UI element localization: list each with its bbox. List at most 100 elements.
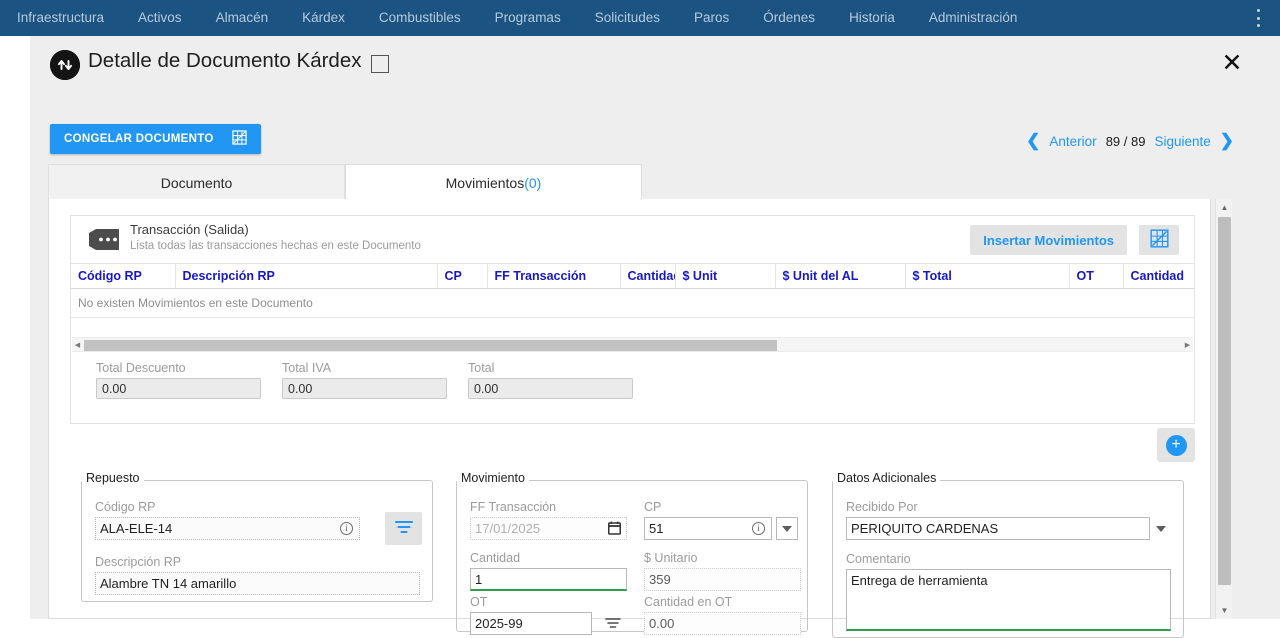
grid-export-icon [1149, 229, 1169, 251]
nav-item-kardex[interactable]: Kárdex [285, 0, 362, 36]
nav-item-ordenes[interactable]: Órdenes [746, 0, 832, 36]
recibido-por-label: Recibido Por [846, 500, 918, 514]
col-ot[interactable]: OT [1069, 263, 1124, 289]
pagination: ❮ Anterior 89 / 89 Siguiente ❯ [1026, 131, 1234, 151]
cantidad-en-ot-input[interactable] [644, 612, 801, 635]
transaccion-header: Transacción (Salida) Lista todas las tra… [71, 216, 1194, 263]
total-iva-label: Total IVA [282, 361, 332, 375]
comentario-textarea[interactable] [846, 569, 1171, 631]
total-descuento-field: Total Descuento [96, 361, 261, 399]
next-chevron-icon[interactable]: ❯ [1220, 131, 1234, 151]
total-descuento-input[interactable] [96, 378, 261, 399]
table-header-row: Código RP Descripción RP CP FF Transacci… [71, 263, 1194, 289]
codigo-rp-field[interactable]: i [95, 517, 360, 540]
total-iva-input[interactable] [282, 378, 447, 399]
cp-field[interactable]: i [644, 517, 798, 540]
kebab-menu-icon[interactable] [1250, 9, 1266, 27]
transaccion-subtitle: Lista todas las transacciones hechas en … [130, 240, 421, 252]
close-icon[interactable]: ✕ [1217, 48, 1247, 78]
nav-item-almacen[interactable]: Almacén [199, 0, 286, 36]
filtro-repuesto-button[interactable] [385, 512, 422, 545]
col-unit-al[interactable]: $ Unit del AL [775, 263, 906, 289]
col-unit[interactable]: $ Unit [675, 263, 776, 289]
recibido-por-input[interactable] [846, 517, 1171, 540]
freeze-button-label: CONGELAR DOCUMENTO [64, 133, 214, 145]
prev-page-link[interactable]: Anterior [1049, 134, 1096, 149]
insertar-movimientos-button[interactable]: Insertar Movimientos [970, 225, 1127, 255]
left-rail [0, 36, 30, 619]
col-cantidad-2[interactable]: Cantidad [1123, 263, 1194, 289]
nav-item-historia[interactable]: Historia [832, 0, 912, 36]
tab-documento-label: Documento [160, 174, 233, 191]
movimiento-fieldset: Movimiento FF Transacción CP i [456, 471, 808, 635]
descripcion-rp-label: Descripción RP [95, 555, 182, 569]
ff-transaccion-input[interactable] [470, 517, 627, 540]
recibido-por-dropdown-button[interactable] [1149, 517, 1171, 540]
transaccion-title: Transacción (Salida) [130, 222, 249, 237]
title-row: Detalle de Documento Kárdex ✕ [30, 42, 1280, 88]
codigo-rp-label: Código RP [95, 500, 156, 514]
total-iva-field: Total IVA [282, 361, 447, 399]
add-movimiento-button[interactable]: + [1157, 428, 1195, 462]
nav-item-infraestructura[interactable]: Infraestructura [0, 0, 121, 36]
transaccion-card: Transacción (Salida) Lista todas las tra… [70, 215, 1195, 424]
cp-dropdown-button[interactable] [776, 517, 798, 540]
repuesto-fieldset: Repuesto Código RP i Descripción RP [81, 471, 433, 602]
prev-chevron-icon[interactable]: ❮ [1026, 131, 1040, 151]
col-cp[interactable]: CP [437, 263, 488, 289]
chevron-down-icon [782, 525, 792, 532]
tab-bar: Documento Movimientos (0) [48, 164, 1211, 200]
table-empty-row: No existen Movimientos en este Documento [71, 288, 1194, 318]
congelar-documento-button[interactable]: CONGELAR DOCUMENTO [50, 124, 261, 154]
kardex-document-icon [50, 50, 80, 80]
export-grid-button[interactable] [1139, 225, 1179, 255]
datos-adicionales-fieldset: Datos Adicionales Recibido Por Comentari… [832, 471, 1184, 638]
info-icon[interactable]: i [752, 522, 765, 535]
calendar-icon[interactable] [607, 521, 622, 540]
col-cantidad[interactable]: Cantidad [620, 263, 676, 289]
nav-item-paros[interactable]: Paros [677, 0, 746, 36]
tab-documento[interactable]: Documento [48, 164, 345, 200]
descripcion-rp-input[interactable] [95, 572, 420, 595]
datos-adicionales-legend: Datos Adicionales [833, 471, 941, 485]
col-descripcion-rp[interactable]: Descripción RP [175, 263, 438, 289]
nav-item-administracion[interactable]: Administración [912, 0, 1035, 36]
scroll-right-arrow-icon[interactable]: ▶ [1182, 338, 1193, 352]
scroll-up-arrow-icon[interactable]: ▲ [1216, 199, 1233, 216]
horizontal-scrollbar[interactable]: ◀ ▶ [72, 337, 1193, 352]
tab-movimientos-count: (0) [524, 174, 542, 191]
page-title: Detalle de Documento Kárdex [88, 49, 362, 72]
scroll-down-arrow-icon[interactable]: ▼ [1216, 602, 1233, 619]
transaction-tag-icon [89, 229, 119, 250]
info-icon[interactable]: i [340, 522, 353, 535]
ff-transaccion-field[interactable] [470, 517, 627, 540]
col-ff-transaccion[interactable]: FF Transacción [487, 263, 621, 289]
nav-item-programas[interactable]: Programas [478, 0, 578, 36]
total-input[interactable] [468, 378, 633, 399]
vertical-scroll-thumb[interactable] [1218, 217, 1231, 585]
recibido-por-field[interactable] [846, 517, 1171, 540]
unitario-input[interactable] [644, 568, 801, 591]
scroll-left-arrow-icon[interactable]: ◀ [72, 338, 83, 352]
movimiento-legend: Movimiento [457, 471, 529, 485]
codigo-rp-input[interactable] [95, 517, 360, 540]
nav-item-solicitudes[interactable]: Solicitudes [578, 0, 677, 36]
ot-input[interactable] [470, 612, 592, 635]
movimientos-table-wrapper: Código RP Descripción RP CP FF Transacci… [71, 263, 1194, 337]
title-checkbox[interactable] [371, 55, 389, 73]
unitario-label: $ Unitario [644, 551, 698, 565]
nav-item-combustibles[interactable]: Combustibles [362, 0, 478, 36]
vertical-scrollbar[interactable]: ▲ ▼ [1215, 199, 1232, 619]
grid-export-icon [231, 130, 247, 148]
next-page-link[interactable]: Siguiente [1154, 134, 1210, 149]
horizontal-scroll-thumb[interactable] [84, 340, 777, 351]
col-codigo-rp[interactable]: Código RP [71, 263, 176, 289]
col-total[interactable]: $ Total [905, 263, 1070, 289]
movimientos-table: Código RP Descripción RP CP FF Transacci… [71, 263, 1194, 318]
tab-movimientos[interactable]: Movimientos (0) [345, 164, 642, 200]
ff-transaccion-label: FF Transacción [470, 500, 557, 514]
cantidad-en-ot-label: Cantidad en OT [644, 595, 733, 609]
nav-item-activos[interactable]: Activos [121, 0, 199, 36]
plus-icon: + [1165, 434, 1187, 456]
cantidad-input[interactable] [470, 568, 627, 591]
